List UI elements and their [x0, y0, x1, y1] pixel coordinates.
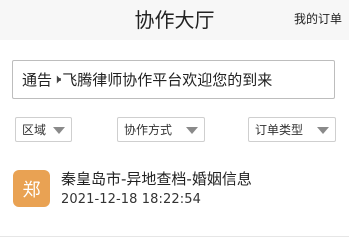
speaker-icon: 🕨 [53, 72, 62, 87]
caret-down-icon [53, 127, 65, 134]
order-type-filter-dropdown[interactable]: 订单类型 [248, 117, 336, 142]
caret-down-icon [186, 127, 198, 134]
region-filter-label: 区域 [22, 123, 47, 137]
notice-text: 飞腾律师协作平台欢迎您的到来 [62, 71, 273, 89]
notice-bar: 通告 🕨 飞腾律师协作平台欢迎您的到来 [12, 60, 335, 99]
collaboration-mode-filter-label: 协作方式 [124, 123, 173, 137]
notice-prefix: 通告 [22, 71, 53, 89]
order-type-filter-label: 订单类型 [255, 123, 304, 137]
my-orders-link[interactable]: 我的订单 [294, 10, 342, 27]
order-title: 秦皇岛市-异地查档-婚姻信息 [61, 170, 252, 188]
caret-down-icon [317, 127, 329, 134]
collaboration-mode-filter-dropdown[interactable]: 协作方式 [117, 117, 205, 142]
order-list-item[interactable]: 郑 秦皇岛市-异地查档-婚姻信息 2021-12-18 18:22:54 [0, 162, 349, 222]
top-header: 协作大厅 我的订单 [0, 0, 349, 40]
avatar: 郑 [13, 170, 50, 207]
region-filter-dropdown[interactable]: 区域 [15, 117, 72, 142]
order-timestamp: 2021-12-18 18:22:54 [61, 192, 201, 207]
divider [0, 236, 349, 237]
